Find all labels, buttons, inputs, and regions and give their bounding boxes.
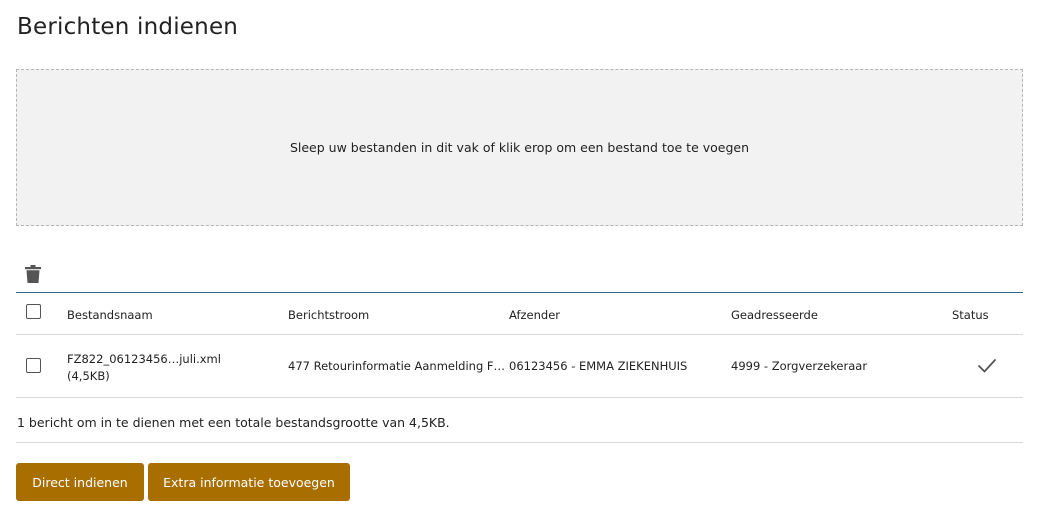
header-stream[interactable]: Berichtstroom <box>288 308 369 322</box>
files-table: Bestandsnaam Berichtstroom Afzender Gead… <box>16 292 1023 398</box>
file-dropzone[interactable]: Sleep uw bestanden in dit vak of klik er… <box>16 69 1023 226</box>
file-name: FZ822_06123456…juli.xml <box>67 352 221 366</box>
summary-text: 1 bericht om in te dienen met een totale… <box>17 415 450 430</box>
select-all-checkbox[interactable] <box>26 304 41 319</box>
row-checkbox[interactable] <box>26 358 41 373</box>
trash-icon[interactable] <box>25 265 41 283</box>
header-sender[interactable]: Afzender <box>509 308 560 322</box>
page-title: Berichten indienen <box>17 14 239 40</box>
message-stream: 477 Retourinformatie Aanmelding F… <box>288 359 506 373</box>
direct-submit-button[interactable]: Direct indienen <box>16 463 144 501</box>
addressee: 4999 - Zorgverzekeraar <box>731 359 868 373</box>
sender: 06123456 - EMMA ZIEKENHUIS <box>509 359 688 373</box>
add-extra-info-button[interactable]: Extra informatie toevoegen <box>148 463 350 501</box>
dropzone-text: Sleep uw bestanden in dit vak of klik er… <box>289 140 750 155</box>
checkmark-icon <box>978 359 996 373</box>
table-row: FZ822_06123456…juli.xml (4,5KB) 477 Reto… <box>16 335 1023 398</box>
header-filename[interactable]: Bestandsnaam <box>67 308 153 322</box>
header-status[interactable]: Status <box>952 308 989 322</box>
header-addressee[interactable]: Geadresseerde <box>731 308 818 322</box>
table-header: Bestandsnaam Berichtstroom Afzender Gead… <box>16 292 1023 335</box>
divider <box>16 442 1023 443</box>
file-size: (4,5KB) <box>67 369 110 383</box>
file-name-cell: FZ822_06123456…juli.xml (4,5KB) <box>67 351 221 385</box>
